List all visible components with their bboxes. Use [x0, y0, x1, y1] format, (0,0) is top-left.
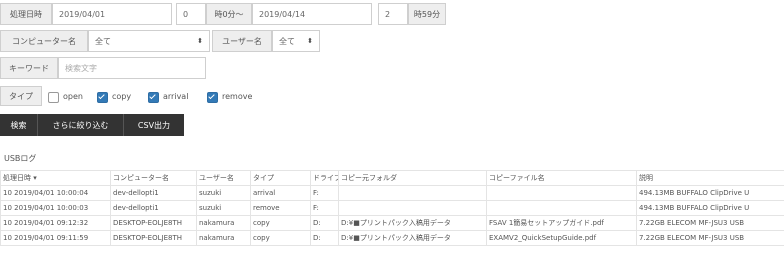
table-cell: D:¥■プリントパック入稿用データ — [338, 215, 487, 231]
user-label: ユーザー名 — [212, 30, 272, 52]
end-date-input[interactable]: 2019/04/14 — [252, 3, 372, 25]
type-remove-label: remove — [222, 91, 253, 101]
table-cell: 494.13MB BUFFALO ClipDrive U — [636, 200, 784, 216]
table-cell: suzuki — [196, 185, 251, 201]
table-cell: FSAV 1簡易セットアップガイド.pdf — [486, 215, 637, 231]
user-select-value: 全て — [279, 36, 295, 46]
table-cell: 10 2019/04/01 09:11:59 — [0, 230, 111, 246]
computer-label: コンピューター名 — [0, 30, 88, 52]
column-header[interactable]: コンピューター名 — [110, 170, 197, 186]
log-table-wrapper: 処理日時 ▾ コンピューター名 ユーザー名 タイプ ドライブ コピー元フォルダ … — [0, 170, 784, 246]
table-cell: F: — [310, 200, 339, 216]
type-arrival-label: arrival — [163, 91, 189, 101]
table-cell: nakamura — [196, 215, 251, 231]
table-cell: 7.22GB ELECOM MF-JSU3 USB — [636, 230, 784, 246]
table-cell: 10 2019/04/01 10:00:03 — [0, 200, 111, 216]
type-label: タイプ — [0, 86, 42, 106]
table-cell: D:¥■プリントパック入稿用データ — [338, 230, 487, 246]
checkbox-checked-icon[interactable] — [207, 91, 218, 103]
keyword-input[interactable]: 検索文字 — [58, 57, 206, 79]
checkbox-icon[interactable] — [48, 91, 59, 103]
table-cell: DESKTOP-EOLJE8TH — [110, 215, 197, 231]
table-cell: D: — [310, 215, 339, 231]
type-open-label: open — [63, 91, 83, 101]
refine-button[interactable]: さらに絞り込む — [38, 114, 124, 136]
table-cell: remove — [250, 200, 311, 216]
type-copy-checkbox[interactable]: copy — [97, 89, 131, 103]
table-cell: 10 2019/04/01 09:12:32 — [0, 215, 111, 231]
start-date-input[interactable]: 2019/04/01 — [52, 3, 172, 25]
table-cell — [486, 185, 637, 201]
table-cell: 10 2019/04/01 10:00:04 — [0, 185, 111, 201]
checkbox-checked-icon[interactable] — [148, 91, 159, 103]
table-cell: D: — [310, 230, 339, 246]
table-cell: nakamura — [196, 230, 251, 246]
table-cell: F: — [310, 185, 339, 201]
table-cell: dev-dellopti1 — [110, 185, 197, 201]
table-row: 10 2019/04/01 10:00:04 dev-dellopti1 suz… — [0, 185, 784, 201]
table-cell: dev-dellopti1 — [110, 200, 197, 216]
log-title: USBログ — [4, 154, 37, 163]
search-button[interactable]: 検索 — [0, 114, 38, 136]
table-cell — [338, 185, 487, 201]
column-header[interactable]: 処理日時 ▾ — [0, 170, 111, 186]
table-cell: copy — [250, 215, 311, 231]
column-header[interactable]: 説明 — [636, 170, 784, 186]
type-remove-checkbox[interactable]: remove — [207, 89, 252, 103]
table-row: 10 2019/04/01 09:11:59 DESKTOP-EOLJE8TH … — [0, 230, 784, 246]
table-cell — [486, 200, 637, 216]
type-arrival-checkbox[interactable]: arrival — [148, 89, 188, 103]
csv-export-button[interactable]: CSV出力 — [124, 114, 184, 136]
log-table: 処理日時 ▾ コンピューター名 ユーザー名 タイプ ドライブ コピー元フォルダ … — [0, 170, 784, 246]
type-copy-label: copy — [112, 91, 132, 101]
start-hour-input[interactable]: 0 — [176, 3, 206, 25]
table-row: 10 2019/04/01 09:12:32 DESKTOP-EOLJE8TH … — [0, 215, 784, 231]
computer-select[interactable]: 全て ⬍ — [88, 30, 210, 52]
chevron-updown-icon: ⬍ — [197, 37, 203, 45]
table-cell: 494.13MB BUFFALO ClipDrive U — [636, 185, 784, 201]
chevron-updown-icon: ⬍ — [307, 37, 313, 45]
type-open-checkbox[interactable]: open — [48, 89, 83, 103]
table-cell: arrival — [250, 185, 311, 201]
checkbox-checked-icon[interactable] — [97, 91, 108, 103]
column-header[interactable]: コピー元フォルダ — [338, 170, 487, 186]
table-row: 10 2019/04/01 10:00:03 dev-dellopti1 suz… — [0, 200, 784, 216]
end-hour-input[interactable]: 2 — [378, 3, 408, 25]
computer-select-value: 全て — [95, 36, 111, 46]
start-hour-suffix: 時0分～ — [206, 3, 252, 25]
end-hour-suffix: 時59分 — [408, 3, 446, 25]
table-cell: 7.22GB ELECOM MF-JSU3 USB — [636, 215, 784, 231]
column-header[interactable]: ドライブ — [310, 170, 339, 186]
date-label: 処理日時 — [0, 3, 52, 25]
column-header[interactable]: コピーファイル名 — [486, 170, 637, 186]
column-header[interactable]: ユーザー名 — [196, 170, 251, 186]
table-cell: DESKTOP-EOLJE8TH — [110, 230, 197, 246]
table-cell: suzuki — [196, 200, 251, 216]
table-cell: copy — [250, 230, 311, 246]
table-header-row: 処理日時 ▾ コンピューター名 ユーザー名 タイプ ドライブ コピー元フォルダ … — [0, 170, 784, 186]
keyword-label: キーワード — [0, 57, 58, 79]
user-select[interactable]: 全て ⬍ — [272, 30, 320, 52]
table-cell: EXAMV2_QuickSetupGuide.pdf — [486, 230, 637, 246]
table-cell — [338, 200, 487, 216]
column-header[interactable]: タイプ — [250, 170, 311, 186]
